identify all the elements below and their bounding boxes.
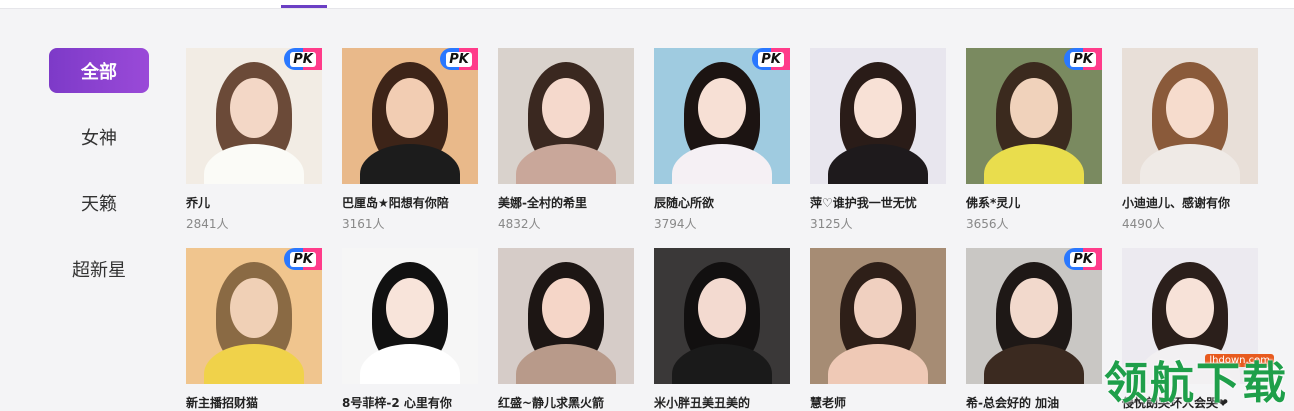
portrait-face bbox=[1010, 78, 1058, 138]
pk-badge-icon: PK bbox=[1064, 248, 1102, 270]
portrait-face bbox=[230, 78, 278, 138]
pk-badge-label: PK bbox=[758, 51, 784, 67]
portrait-face bbox=[1166, 278, 1214, 338]
room-card[interactable]: 慧老师 bbox=[810, 248, 946, 411]
category-tianlai[interactable]: 天籁 bbox=[49, 180, 149, 225]
portrait-face bbox=[386, 78, 434, 138]
room-card[interactable]: 小迪迪儿、感谢有你 4490人 bbox=[1122, 48, 1258, 232]
pk-badge-icon: PK bbox=[284, 248, 322, 270]
portrait-face bbox=[1166, 78, 1214, 138]
portrait-face bbox=[698, 278, 746, 338]
portrait-body bbox=[516, 344, 616, 384]
portrait-face bbox=[230, 278, 278, 338]
room-card[interactable]: PK 辰随心所欲 3794人 bbox=[654, 48, 790, 232]
room-name: 辰随心所欲 bbox=[654, 196, 715, 210]
viewer-count: 2841人 bbox=[186, 217, 229, 231]
room-card[interactable]: PK 希-总会好的 加油 bbox=[966, 248, 1102, 411]
room-thumbnail[interactable] bbox=[498, 248, 634, 384]
viewer-count: 3656人 bbox=[966, 217, 1009, 231]
viewer-count: 4832人 bbox=[498, 217, 541, 231]
room-name: 红盛~静儿求黑火箭 bbox=[498, 396, 605, 410]
portrait-body bbox=[204, 144, 304, 184]
viewer-count: 3794人 bbox=[654, 217, 697, 231]
portrait-body bbox=[828, 344, 928, 384]
room-name: 8号菲梓-2 心里有你 bbox=[342, 396, 452, 410]
portrait-face bbox=[854, 278, 902, 338]
room-name: 萍♡谁护我一世无忧 bbox=[810, 196, 917, 210]
portrait-body bbox=[360, 344, 460, 384]
watermark-logo: 领航下载 bbox=[1104, 358, 1288, 409]
portrait-body bbox=[516, 144, 616, 184]
room-name: 美娜-全村的希里 bbox=[498, 196, 587, 210]
pk-badge-label: PK bbox=[290, 51, 316, 67]
pk-badge-icon: PK bbox=[440, 48, 478, 70]
room-name: 新主播招财猫 bbox=[186, 396, 259, 410]
pk-badge-label: PK bbox=[290, 251, 316, 267]
room-name: 乔儿 bbox=[186, 196, 211, 210]
room-thumbnail[interactable] bbox=[654, 248, 790, 384]
top-navigation-bar bbox=[0, 0, 1294, 9]
room-thumbnail[interactable]: PK bbox=[654, 48, 790, 184]
room-thumbnail[interactable]: PK bbox=[966, 248, 1102, 384]
room-name: 佛系*灵儿 bbox=[966, 196, 1021, 210]
portrait-body bbox=[984, 144, 1084, 184]
portrait-body bbox=[672, 344, 772, 384]
portrait-body bbox=[984, 344, 1084, 384]
viewer-count: 4490人 bbox=[1122, 217, 1165, 231]
category-supernova[interactable]: 超新星 bbox=[49, 246, 149, 291]
pk-badge-label: PK bbox=[446, 51, 472, 67]
portrait-body bbox=[672, 144, 772, 184]
room-thumbnail[interactable] bbox=[342, 248, 478, 384]
room-thumbnail[interactable] bbox=[810, 248, 946, 384]
room-thumbnail[interactable] bbox=[498, 48, 634, 184]
room-name: 巴厘岛★阳想有你陪 bbox=[342, 196, 449, 210]
portrait-face bbox=[386, 278, 434, 338]
viewer-count: 3161人 bbox=[342, 217, 385, 231]
portrait-face bbox=[542, 78, 590, 138]
portrait-face bbox=[698, 78, 746, 138]
pk-badge-label: PK bbox=[1070, 51, 1096, 67]
pk-badge-icon: PK bbox=[284, 48, 322, 70]
portrait-body bbox=[828, 144, 928, 184]
room-name: 希-总会好的 加油 bbox=[966, 396, 1060, 410]
room-card[interactable]: PK 新主播招财猫 bbox=[186, 248, 322, 411]
room-card[interactable]: PK 佛系*灵儿 3656人 bbox=[966, 48, 1102, 232]
pk-badge-icon: PK bbox=[752, 48, 790, 70]
portrait-face bbox=[854, 78, 902, 138]
room-name: 小迪迪儿、感谢有你 bbox=[1122, 196, 1231, 210]
room-thumbnail[interactable]: PK bbox=[186, 248, 322, 384]
room-name: 慧老师 bbox=[810, 396, 847, 410]
room-card[interactable]: PK 巴厘岛★阳想有你陪 3161人 bbox=[342, 48, 478, 232]
room-card[interactable]: 红盛~静儿求黑火箭 bbox=[498, 248, 634, 411]
room-thumbnail[interactable] bbox=[1122, 48, 1258, 184]
room-thumbnail[interactable]: PK bbox=[966, 48, 1102, 184]
room-name: 米小胖丑美丑美的 bbox=[654, 396, 751, 410]
room-thumbnail[interactable]: PK bbox=[186, 48, 322, 184]
room-card[interactable]: 8号菲梓-2 心里有你 bbox=[342, 248, 478, 411]
portrait-body bbox=[204, 344, 304, 384]
room-card[interactable]: 美娜-全村的希里 4832人 bbox=[498, 48, 634, 232]
pk-badge-icon: PK bbox=[1064, 48, 1102, 70]
room-card[interactable]: 米小胖丑美丑美的 bbox=[654, 248, 790, 411]
room-card[interactable]: 萍♡谁护我一世无忧 3125人 bbox=[810, 48, 946, 232]
viewer-count: 3125人 bbox=[810, 217, 853, 231]
category-all[interactable]: 全部 bbox=[49, 48, 149, 93]
portrait-face bbox=[542, 278, 590, 338]
portrait-body bbox=[1140, 144, 1240, 184]
active-tab-indicator bbox=[281, 5, 327, 8]
room-thumbnail[interactable]: PK bbox=[342, 48, 478, 184]
pk-badge-label: PK bbox=[1070, 251, 1096, 267]
room-thumbnail[interactable] bbox=[810, 48, 946, 184]
portrait-body bbox=[360, 144, 460, 184]
room-card[interactable]: PK 乔儿 2841人 bbox=[186, 48, 322, 232]
portrait-face bbox=[1010, 278, 1058, 338]
category-goddess[interactable]: 女神 bbox=[49, 114, 149, 159]
